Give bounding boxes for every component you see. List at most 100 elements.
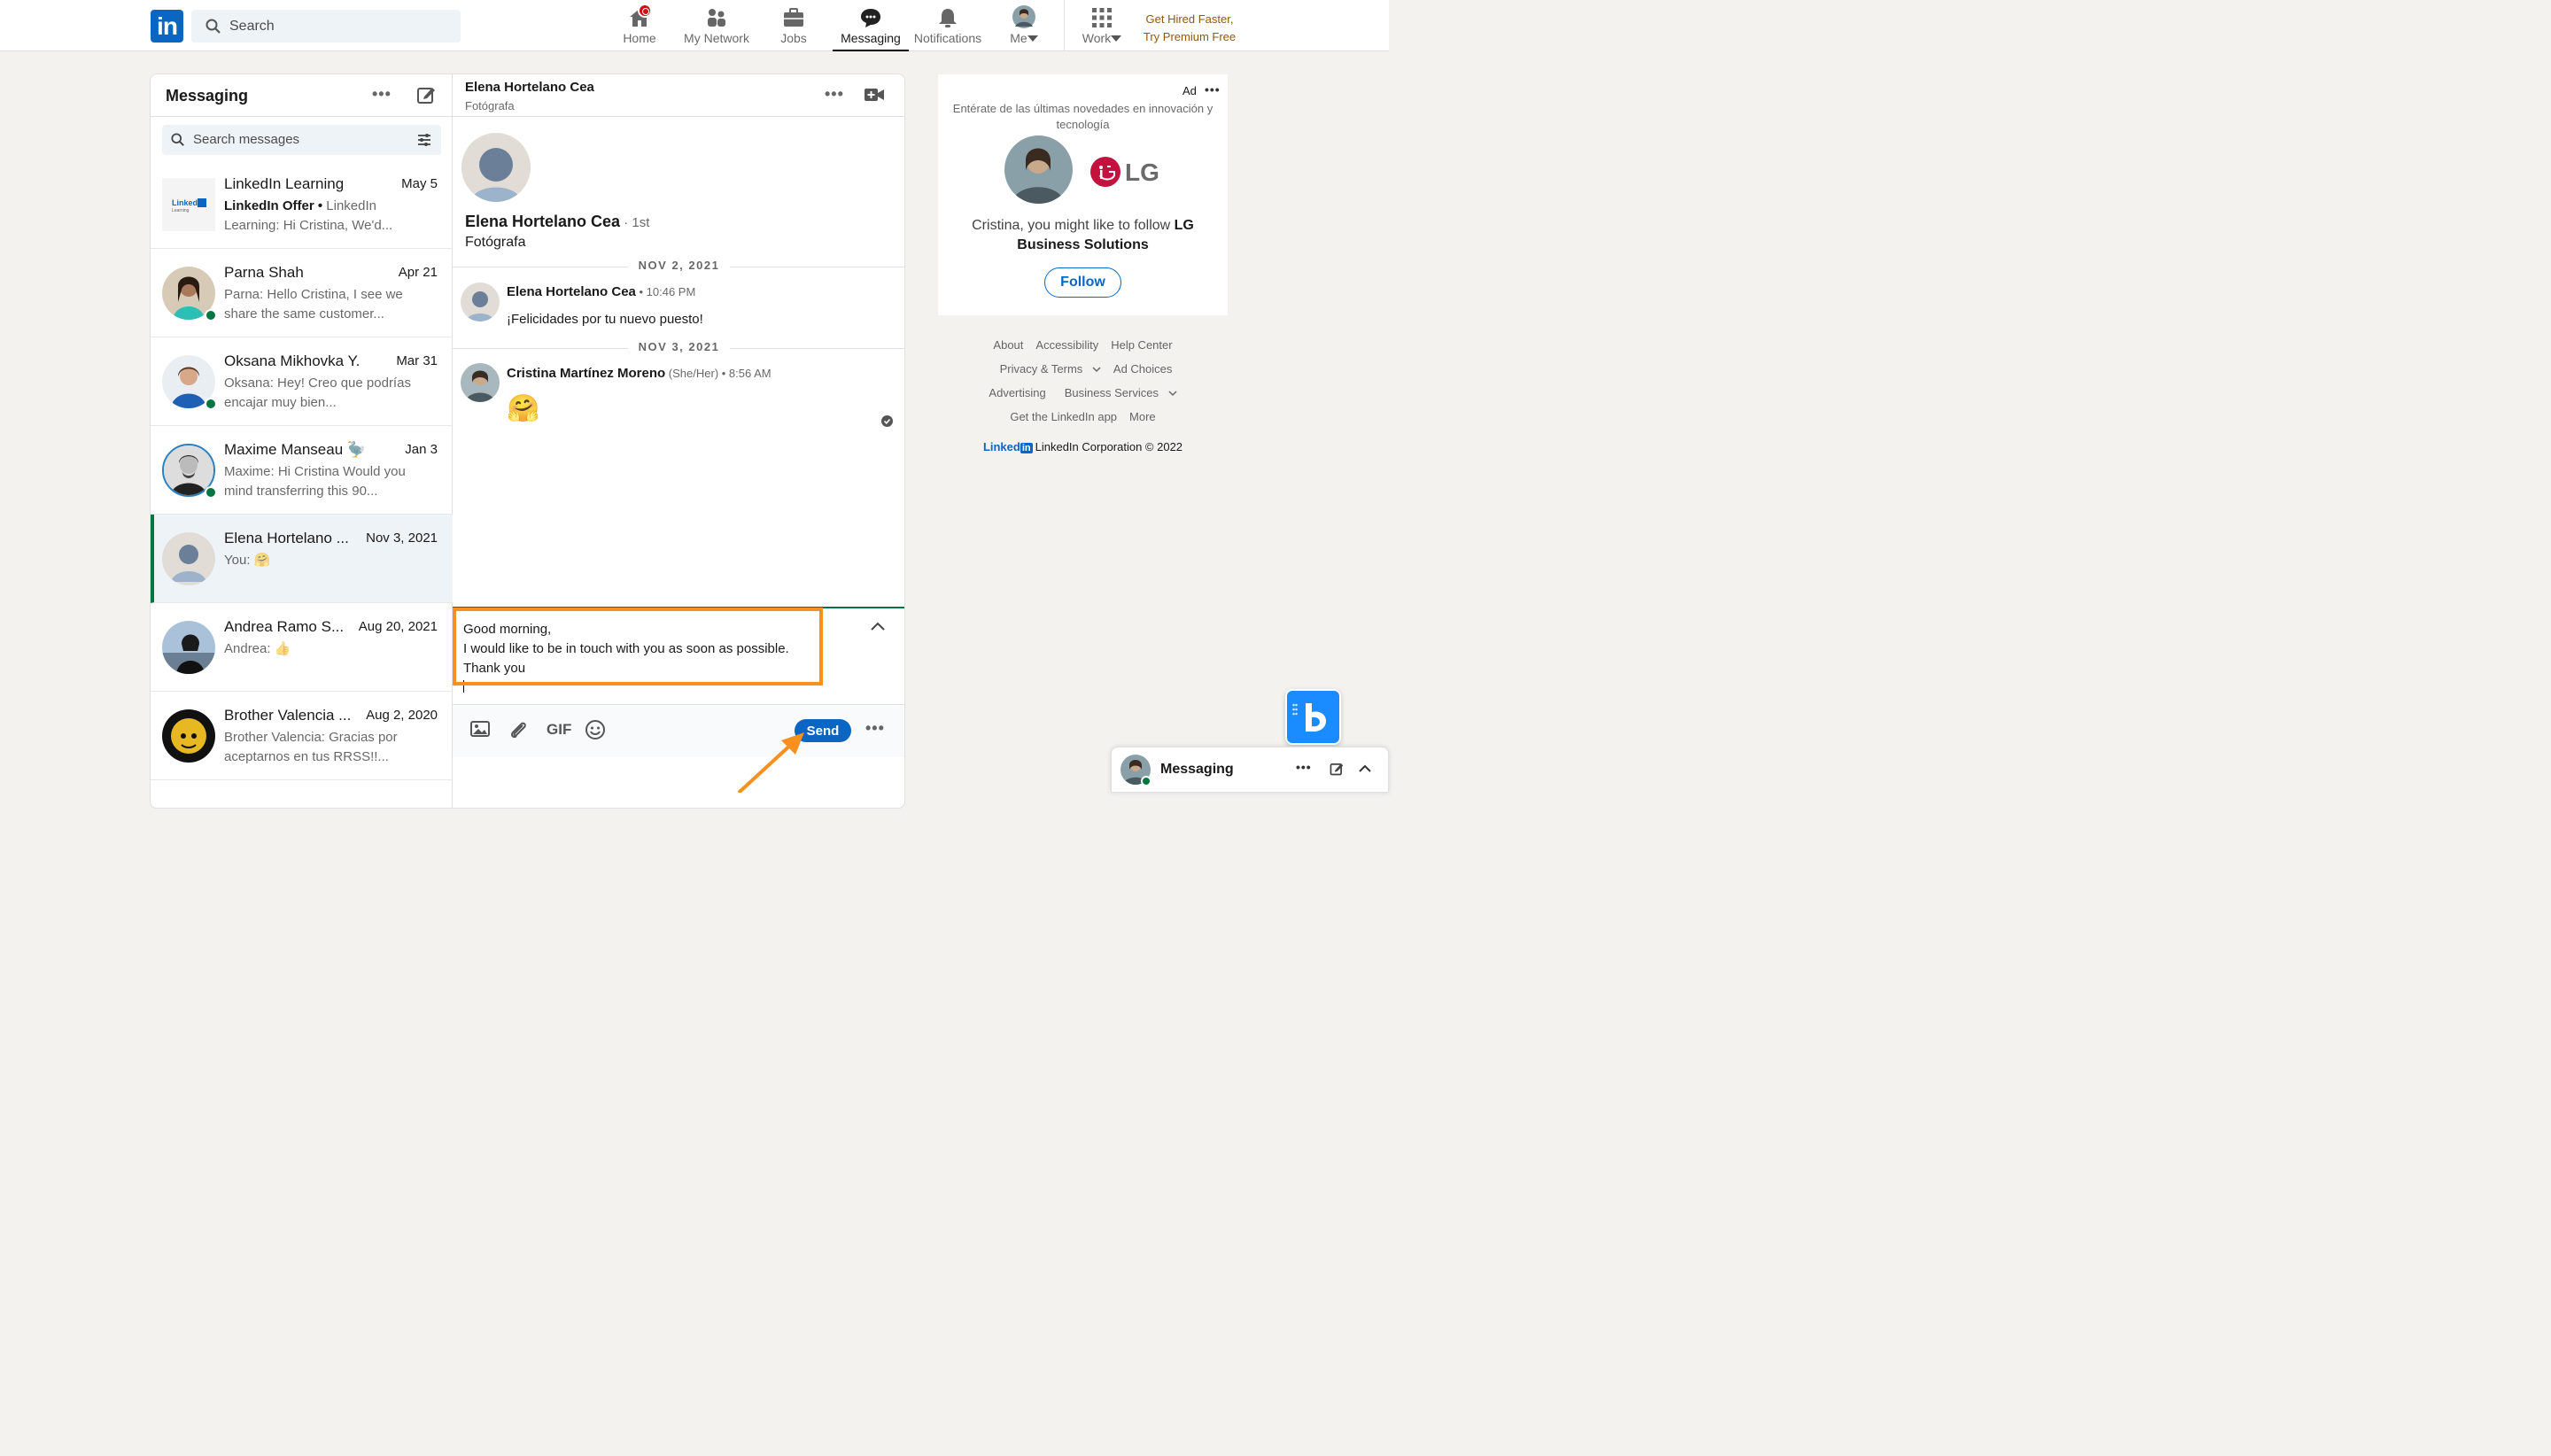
ad-label: Ad bbox=[1182, 84, 1197, 97]
image-icon[interactable] bbox=[469, 719, 491, 739]
conversation-preview: Brother Valencia: Gracias por aceptarnos… bbox=[224, 730, 398, 764]
nav-my-network[interactable]: My Network bbox=[680, 5, 753, 51]
footer-link-privacy-terms[interactable]: Privacy & Terms bbox=[994, 362, 1101, 376]
linkedin-logo[interactable]: in bbox=[151, 10, 183, 43]
profile-avatar[interactable] bbox=[461, 133, 531, 202]
sender-name[interactable]: Elena Hortelano Cea bbox=[507, 284, 636, 299]
date-divider: NOV 2, 2021 bbox=[453, 258, 904, 275]
conversation-item-parna-shah[interactable]: Parna Shah Apr 21 Parna: Hello Cristina,… bbox=[151, 249, 453, 337]
conversation-name: Brother Valencia ... bbox=[224, 707, 352, 724]
message-time: • 10:46 PM bbox=[635, 285, 696, 298]
thread-contact-headline: Fotógrafa bbox=[465, 99, 515, 112]
nav-notifications[interactable]: Notifications bbox=[912, 5, 983, 51]
message-search-input[interactable]: Search messages bbox=[162, 125, 441, 155]
message-sender: Elena Hortelano Cea • 10:46 PM bbox=[507, 284, 695, 299]
linkedin-wordmark: Linked bbox=[982, 440, 1020, 453]
footer-link-business-services-label: Business Services bbox=[1064, 386, 1159, 399]
chevron-down-icon bbox=[1111, 35, 1122, 42]
footer-link-privacy-terms-label: Privacy & Terms bbox=[999, 362, 1083, 376]
gif-button[interactable]: GIF bbox=[547, 721, 571, 739]
chevron-down-icon bbox=[1092, 367, 1101, 373]
svg-text:Linked: Linked bbox=[172, 198, 198, 207]
conversation-list-pane: Messaging ••• Search messages Linked Lear… bbox=[151, 74, 453, 808]
conversation-date: Aug 2, 2020 bbox=[366, 708, 438, 723]
compose-icon[interactable] bbox=[416, 85, 436, 105]
nav-me[interactable]: Me bbox=[1006, 5, 1042, 51]
avatar bbox=[162, 709, 215, 763]
conversation-preview: Oksana: Hey! Creo que podrías encajar mu… bbox=[224, 376, 411, 410]
b-logo-icon bbox=[1306, 703, 1326, 732]
more-options-icon[interactable]: ••• bbox=[865, 719, 885, 738]
global-search-input[interactable]: Search bbox=[191, 10, 461, 43]
nav-notifications-label: Notifications bbox=[913, 31, 982, 45]
profile-name[interactable]: Elena Hortelano Cea · 1st bbox=[465, 213, 649, 231]
search-icon bbox=[205, 19, 221, 34]
thread-contact-name[interactable]: Elena Hortelano Cea bbox=[465, 80, 594, 95]
conversation-item-brother-valencia[interactable]: Brother Valencia ... Aug 2, 2020 Brother… bbox=[151, 692, 453, 780]
more-options-icon[interactable]: ••• bbox=[372, 85, 392, 104]
user-avatar bbox=[1012, 5, 1035, 28]
conversation-name: Elena Hortelano ... bbox=[224, 530, 349, 546]
default-avatar bbox=[162, 532, 215, 585]
nav-jobs[interactable]: Jobs bbox=[774, 5, 813, 51]
nav-my-network-label: My Network bbox=[684, 31, 749, 45]
ad-more-options-icon[interactable]: ••• bbox=[1205, 82, 1221, 97]
chevron-down-icon bbox=[1168, 391, 1177, 397]
lg-logo: LG bbox=[1089, 156, 1159, 192]
follow-button[interactable]: Follow bbox=[1044, 267, 1121, 298]
online-status-indicator bbox=[205, 309, 217, 321]
footer-link-business-services[interactable]: Business Services bbox=[1058, 386, 1177, 399]
sender-avatar[interactable] bbox=[461, 283, 500, 321]
nav-messaging-label: Messaging bbox=[841, 31, 901, 45]
thread-pane: Elena Hortelano Cea Fotógrafa ••• Elena … bbox=[453, 74, 904, 808]
expand-compose-icon[interactable] bbox=[870, 621, 886, 631]
conversation-preview: LinkedIn Offer • LinkedIn Learning: Hi C… bbox=[224, 197, 415, 236]
online-status-indicator bbox=[205, 398, 217, 410]
extension-floating-button[interactable] bbox=[1285, 689, 1341, 745]
conversation-item-oksana-mikhovka[interactable]: Oksana Mikhovka Y. Mar 31 Oksana: Hey! C… bbox=[151, 337, 453, 426]
more-options-icon[interactable]: ••• bbox=[825, 85, 844, 104]
conversation-date: Nov 3, 2021 bbox=[366, 531, 438, 546]
footer-link-about[interactable]: About bbox=[993, 338, 1023, 352]
conversation-item-linkedin-learning[interactable]: Linked Learning LinkedIn Learning May 5 L… bbox=[151, 160, 453, 249]
sender-avatar[interactable] bbox=[461, 363, 500, 402]
attachment-icon[interactable] bbox=[508, 719, 529, 740]
conversation-item-elena-hortelano[interactable]: Elena Hortelano ... Nov 3, 2021 You: 🤗 bbox=[151, 515, 453, 603]
date-divider: NOV 3, 2021 bbox=[453, 339, 904, 357]
message-body: ¡Felicidades por tu nuevo puesto! bbox=[507, 312, 703, 327]
filter-icon[interactable] bbox=[417, 133, 431, 147]
footer-link-get-app[interactable]: Get the LinkedIn app bbox=[1010, 410, 1117, 423]
nav-home[interactable]: Home bbox=[618, 4, 661, 51]
footer-link-accessibility[interactable]: Accessibility bbox=[1035, 338, 1098, 352]
footer-link-help-center[interactable]: Help Center bbox=[1111, 338, 1172, 352]
nav-home-label: Home bbox=[623, 31, 656, 45]
chevron-up-icon[interactable] bbox=[1358, 764, 1372, 773]
emoji-icon[interactable] bbox=[585, 719, 606, 740]
conversation-item-andrea-ramo[interactable]: Andrea Ramo S... Aug 20, 2021 Andrea: 👍 bbox=[151, 603, 453, 692]
search-placeholder: Search bbox=[229, 19, 275, 34]
messaging-icon bbox=[861, 9, 880, 27]
messaging-card: Messaging ••• Search messages Linked Lear… bbox=[150, 74, 905, 809]
conversation-date: Aug 20, 2021 bbox=[358, 619, 438, 634]
drag-handle-icon[interactable] bbox=[1292, 703, 1298, 721]
sender-name[interactable]: Cristina Martínez Moreno bbox=[507, 366, 665, 381]
more-options-icon[interactable]: ••• bbox=[1296, 760, 1312, 774]
premium-line-2: Try Premium Free bbox=[1143, 30, 1237, 43]
conversation-date: Apr 21 bbox=[398, 265, 438, 280]
compose-icon[interactable] bbox=[1330, 762, 1344, 776]
conversation-item-maxime-manseau[interactable]: Maxime Manseau 🦤 Jan 3 Maxime: Hi Cristi… bbox=[151, 426, 453, 515]
video-call-icon[interactable] bbox=[864, 87, 885, 103]
nav-messaging[interactable]: Messaging bbox=[833, 5, 909, 51]
footer-link-more[interactable]: More bbox=[1129, 410, 1156, 423]
message-body-emoji: 🤗 bbox=[507, 394, 540, 423]
chevron-down-icon bbox=[1027, 35, 1038, 42]
footer-link-ad-choices[interactable]: Ad Choices bbox=[1113, 362, 1172, 376]
preview-bold: LinkedIn Offer • bbox=[224, 198, 327, 213]
premium-upsell-link[interactable]: Get Hired Faster, Try Premium Free bbox=[1136, 11, 1244, 46]
nav-work[interactable]: Work bbox=[1079, 5, 1125, 51]
conversation-date: May 5 bbox=[401, 176, 438, 191]
footer-link-advertising[interactable]: Advertising bbox=[989, 386, 1045, 399]
profile-headline: Fotógrafa bbox=[465, 235, 526, 250]
messaging-dock[interactable]: Messaging ••• bbox=[1111, 747, 1389, 793]
conversation-name: Andrea Ramo S... bbox=[224, 618, 345, 635]
